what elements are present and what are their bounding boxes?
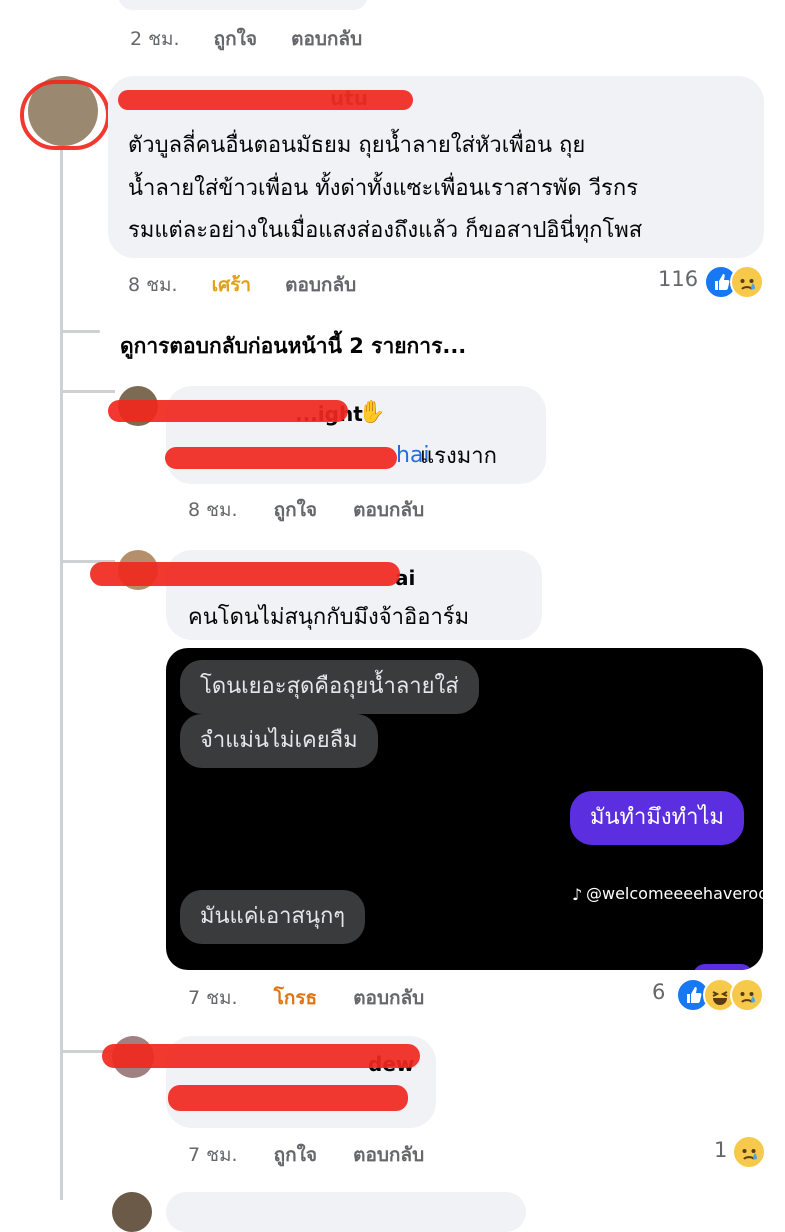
author-redaction [102,1044,420,1068]
reply-link[interactable]: ตอบกลับ [353,499,424,521]
thread-branch [60,330,100,333]
comment-line-1: ตัวบูลลี่คนอื่นตอนมัธยม ถุยน้ำลายใส่หัวเ… [128,133,586,158]
reply-link[interactable]: ตอบกลับ [353,987,424,1009]
reply-link[interactable]: ตอบกลับ [291,28,362,50]
watermark: @welcomeeeehaveroom [586,884,763,903]
attached-chat-screenshot[interactable]: โดนเยอะสุดคือถุยน้ำลายใส่ จำแม่นไม่เคยลื… [166,648,763,970]
reaction-count[interactable]: 1 [714,1138,727,1162]
sad-icon [730,265,764,299]
reply-meta: 8 ชม. ถูกใจ ตอบกลับ [188,495,424,525]
reply-meta: 7 ชม. โกรธ ตอบกลับ [188,983,424,1013]
reply-link[interactable]: ตอบกลับ [353,1144,424,1166]
mention-redaction [165,447,397,469]
author-redaction [90,562,400,586]
like-link[interactable]: ถูกใจ [274,1144,317,1166]
previous-comment-bubble [118,0,368,10]
comment-time: 7 ชม. [188,1144,238,1166]
chat-message-outgoing: มันทำมึงทำไม [570,791,745,845]
wave-hand-icon: ✋ [358,400,386,425]
chat-message-incoming: มันแค่เอาสนุกๆ [180,890,366,944]
avatar[interactable] [112,1192,152,1232]
previous-comment-meta: 2 ชม. ถูกใจ ตอบกลับ [130,24,362,54]
avatar-redaction [20,80,110,150]
comment-line-3: รมแต่ละอย่างในเมื่อแสงส่องถึงแล้ว ก็ขอสา… [128,218,643,243]
text-redaction [168,1085,408,1111]
reply-link[interactable]: ตอบกลับ [285,274,356,296]
author-redaction [118,90,413,110]
comment-time: 8 ชม. [128,274,178,296]
reply-meta: 7 ชม. ถูกใจ ตอบกลับ [188,1140,424,1170]
comment-time: 8 ชม. [188,499,238,521]
sad-reaction-label[interactable]: เศร้า [212,274,251,296]
chat-message-incoming: โดนเยอะสุดคือถุยน้ำลายใส่ [180,660,479,714]
angry-reaction-label[interactable]: โกรธ [274,987,318,1009]
sad-icon [730,978,764,1012]
comment-meta: 8 ชม. เศร้า ตอบกลับ [128,270,356,300]
like-link[interactable]: ถูกใจ [274,499,317,521]
comment-time: 2 ชม. [130,28,180,50]
reply-bubble [166,1192,526,1232]
author-redaction [108,400,348,422]
like-link[interactable]: ถูกใจ [214,28,257,50]
tiktok-icon: ♪ [572,885,583,904]
reply-text: คนโดนไม่สนุกกับมึงจ้าอิอาร์ม [188,605,470,630]
sad-icon [732,1135,766,1169]
comment-line-2: น้ำลายใส่ข้าวเพื่อน ทั้งด่าทั้งแซะเพื่อน… [128,176,639,201]
reaction-count[interactable]: 6 [652,980,665,1004]
view-previous-replies-link[interactable]: ดูการตอบกลับก่อนหน้านี้ 2 รายการ... [120,330,466,363]
thread-line [60,150,63,1200]
chat-outgoing-partial [693,964,753,970]
chat-message-incoming: จำแม่นไม่เคยลืม [180,714,378,768]
thread-branch [60,390,115,393]
reply-text: แรงมาก [420,444,497,469]
reaction-count[interactable]: 116 [658,267,698,291]
comment-time: 7 ชม. [188,987,238,1009]
